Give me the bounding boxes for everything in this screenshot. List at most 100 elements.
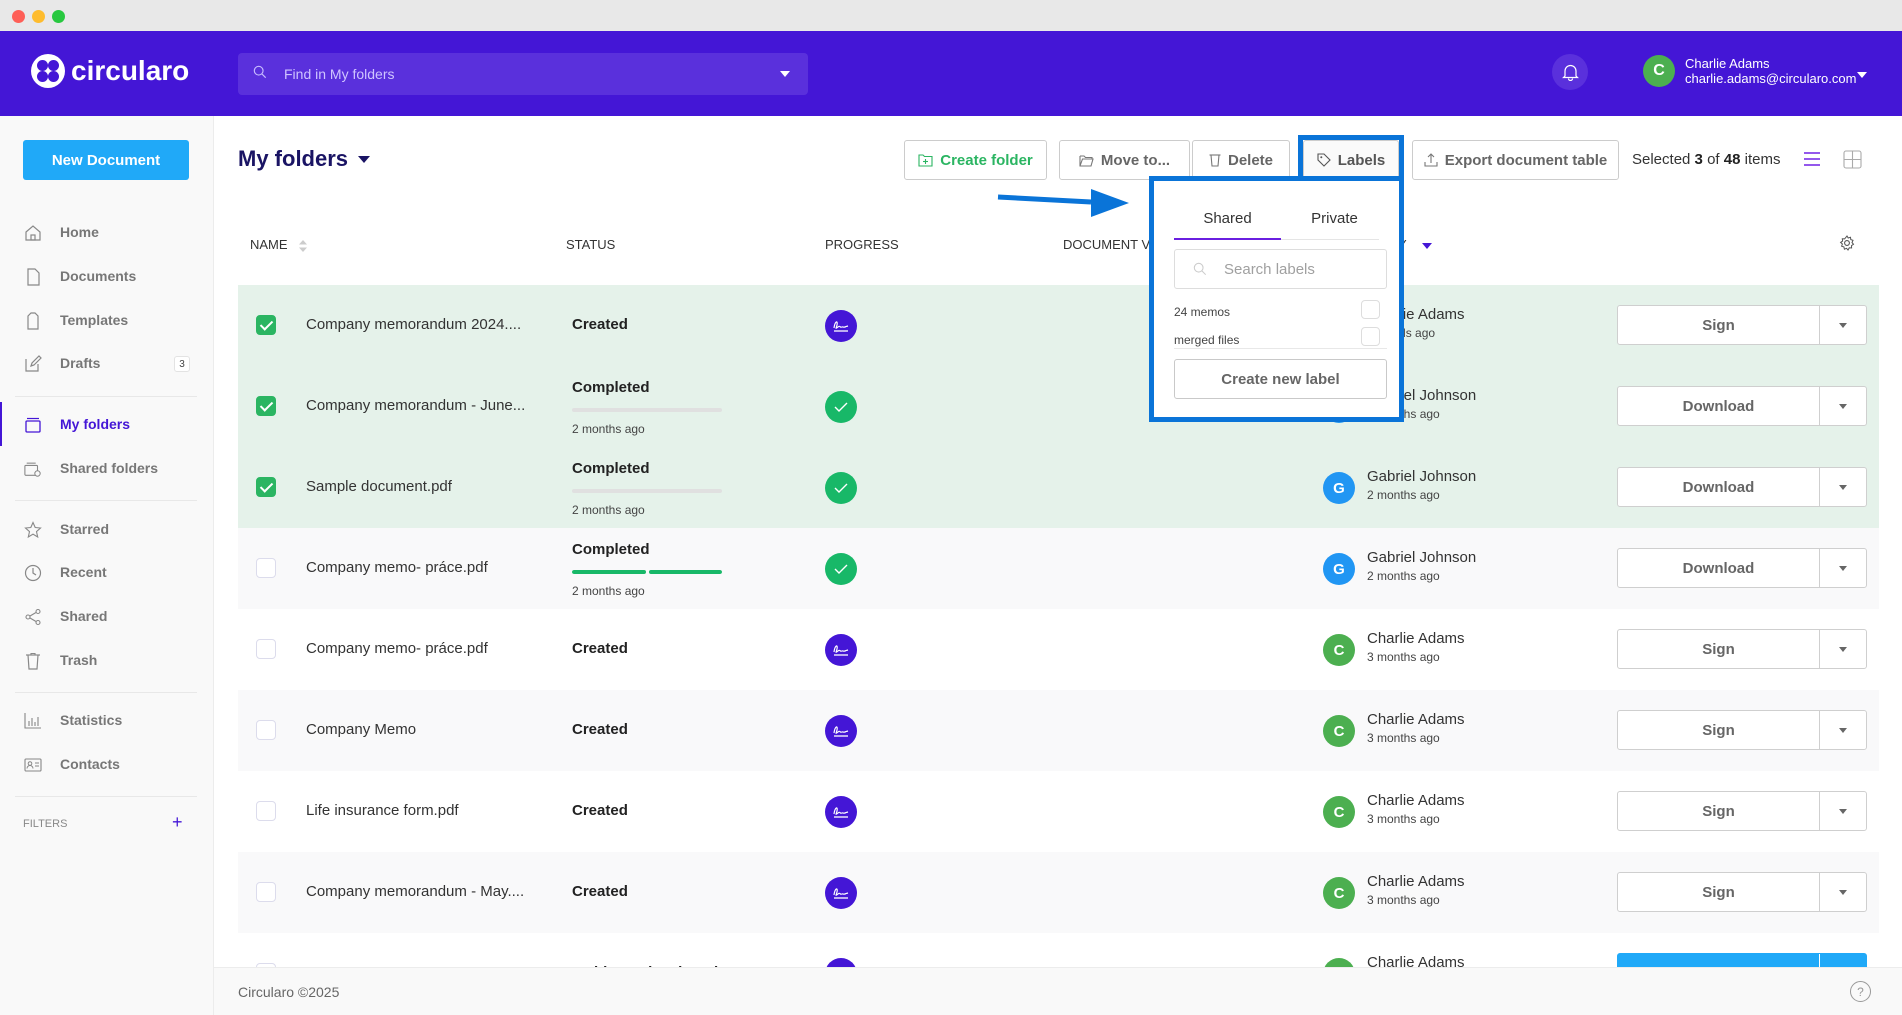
modifier-name: Charlie Adams <box>1367 873 1465 890</box>
table-row[interactable]: Company memo- práce.pdf Completed 2 months… <box>238 528 1879 609</box>
page-title[interactable]: My folders <box>238 146 371 172</box>
grid-view-icon[interactable] <box>1843 150 1862 169</box>
sidebar-item-shared[interactable]: Shared <box>0 598 213 634</box>
sidebar-divider <box>15 692 197 693</box>
document-name[interactable]: Company memo- práce.pdf <box>306 640 488 657</box>
document-name[interactable]: Company Memo <box>306 721 416 738</box>
user-email: charlie.adams@circularo.com <box>1685 71 1857 86</box>
column-header-document-value[interactable]: DOCUMENT VA <box>1063 237 1158 252</box>
row-checkbox[interactable] <box>256 720 276 740</box>
sidebar-item-label: Trash <box>60 652 98 668</box>
help-icon[interactable]: ? <box>1850 981 1871 1002</box>
sidebar-item-drafts[interactable]: Drafts 3 <box>0 345 213 381</box>
modified-time: 2 months ago <box>1367 488 1440 502</box>
sidebar-item-trash[interactable]: Trash <box>0 642 213 678</box>
table-row[interactable]: Company memorandum 2024....CreatedCCharl… <box>238 285 1879 366</box>
row-action-dropdown[interactable] <box>1820 792 1866 830</box>
sidebar-item-statistics[interactable]: Statistics <box>0 702 213 738</box>
row-action-dropdown[interactable] <box>1820 306 1866 344</box>
home-icon <box>25 225 41 241</box>
new-document-button[interactable]: New Document <box>23 140 189 180</box>
sidebar-item-recent[interactable]: Recent <box>0 554 213 590</box>
row-action-button[interactable]: Sign <box>1618 630 1820 668</box>
user-avatar: C <box>1643 55 1675 87</box>
document-name[interactable]: Company memorandum 2024.... <box>306 316 521 333</box>
column-header-progress[interactable]: PROGRESS <box>825 237 899 252</box>
document-name[interactable]: Life insurance form.pdf <box>306 802 459 819</box>
table-row[interactable]: Company memorandum - June... Completed 2 m… <box>238 366 1879 447</box>
row-checkbox[interactable] <box>256 315 276 335</box>
table-row[interactable]: Life insurance form.pdf Created C Charlie A… <box>238 771 1879 852</box>
sidebar-item-contacts[interactable]: Contacts <box>0 746 213 782</box>
document-name[interactable]: Company memo- práce.pdf <box>306 559 488 576</box>
sort-desc-icon <box>1422 242 1433 249</box>
notifications-button[interactable] <box>1552 54 1588 90</box>
table-row[interactable]: Sample document.pdf Completed 2 months ago… <box>238 447 1879 528</box>
search-scope-dropdown-icon[interactable] <box>780 71 790 77</box>
label-checkbox[interactable] <box>1361 300 1380 319</box>
search-bar[interactable] <box>238 53 808 95</box>
delete-button[interactable]: Delete <box>1192 140 1290 180</box>
row-checkbox[interactable] <box>256 801 276 821</box>
labels-tab-private[interactable]: Private <box>1281 210 1388 227</box>
sidebar-item-home[interactable]: Home <box>0 214 213 250</box>
move-to-button[interactable]: Move to... <box>1059 140 1190 180</box>
labels-search[interactable] <box>1174 249 1387 289</box>
label-checkbox[interactable] <box>1361 327 1380 346</box>
row-action-button[interactable]: Download <box>1618 468 1820 506</box>
create-folder-button[interactable]: Create folder <box>904 140 1047 180</box>
row-action-button[interactable]: Download <box>1618 549 1820 587</box>
row-action-dropdown[interactable] <box>1820 549 1866 587</box>
status-text: Created <box>572 316 628 333</box>
document-name[interactable]: Company memorandum - May.... <box>306 883 524 900</box>
sidebar-item-my-folders[interactable]: My folders <box>0 402 213 446</box>
row-checkbox[interactable] <box>256 882 276 902</box>
column-header-status[interactable]: STATUS <box>566 237 615 252</box>
row-action-dropdown[interactable] <box>1820 711 1866 749</box>
sidebar-item-templates[interactable]: Templates <box>0 302 213 338</box>
modifier-avatar: C <box>1323 796 1355 828</box>
row-action-button[interactable]: Sign <box>1618 792 1820 830</box>
user-menu[interactable]: C Charlie Adams charlie.adams@circularo.… <box>1643 55 1856 87</box>
column-header-name[interactable]: NAME <box>250 237 308 252</box>
table-row[interactable]: Company memorandum - May.... Created C Char… <box>238 852 1879 933</box>
document-name[interactable]: Sample document.pdf <box>306 478 452 495</box>
labels-search-input[interactable] <box>1224 250 1384 288</box>
row-action-button[interactable]: Sign <box>1618 873 1820 911</box>
row-action-button[interactable]: Download <box>1618 387 1820 425</box>
page-title-text: My folders <box>238 146 349 171</box>
status-time: 2 months ago <box>572 422 645 436</box>
user-menu-chevron-icon[interactable] <box>1857 72 1867 78</box>
minimize-window-button[interactable] <box>32 10 45 23</box>
sidebar-item-shared-folders[interactable]: Shared folders <box>0 450 213 486</box>
labels-tab-shared[interactable]: Shared <box>1174 210 1281 227</box>
sidebar-item-documents[interactable]: Documents <box>0 258 213 294</box>
row-action-dropdown[interactable] <box>1820 468 1866 506</box>
table-row[interactable]: Company memo- práce.pdf Created C Charlie A… <box>238 609 1879 690</box>
export-document-table-button[interactable]: Export document table <box>1412 140 1619 180</box>
maximize-window-button[interactable] <box>52 10 65 23</box>
row-action-button[interactable]: Sign <box>1618 711 1820 749</box>
row-action-dropdown[interactable] <box>1820 387 1866 425</box>
sidebar-item-starred[interactable]: Starred <box>0 511 213 547</box>
modifier-avatar: G <box>1323 553 1355 585</box>
list-view-icon[interactable] <box>1803 150 1821 168</box>
sidebar-item-label: Templates <box>60 312 129 328</box>
brand-logo[interactable]: circularo <box>31 54 189 88</box>
gear-icon[interactable] <box>1839 235 1855 251</box>
row-action-dropdown[interactable] <box>1820 630 1866 668</box>
row-checkbox[interactable] <box>256 639 276 659</box>
search-input[interactable] <box>284 53 744 95</box>
table-row[interactable]: Company Memo Created C Charlie Adams 3 month… <box>238 690 1879 771</box>
row-checkbox[interactable] <box>256 477 276 497</box>
row-action-button[interactable]: Sign <box>1618 306 1820 344</box>
close-window-button[interactable] <box>12 10 25 23</box>
row-action-dropdown[interactable] <box>1820 873 1866 911</box>
status-time: 2 months ago <box>572 503 645 517</box>
add-filter-button[interactable]: + <box>172 812 183 833</box>
document-name[interactable]: Company memorandum - June... <box>306 397 525 414</box>
row-checkbox[interactable] <box>256 396 276 416</box>
create-new-label-button[interactable]: Create new label <box>1174 359 1387 399</box>
row-action-group: Sign <box>1617 305 1867 345</box>
row-checkbox[interactable] <box>256 558 276 578</box>
